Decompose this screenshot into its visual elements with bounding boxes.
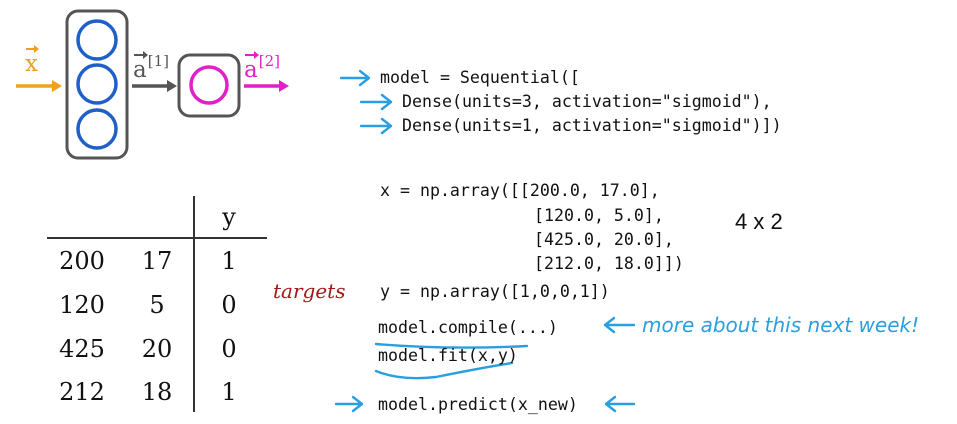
pointer-arrow-predict-back xyxy=(604,395,636,413)
pointer-arrow-compile xyxy=(603,316,636,334)
pointer-arrow-predict xyxy=(334,395,364,413)
code-predict-line: model.predict(x_new) xyxy=(378,395,578,414)
table-cell: 1 xyxy=(221,247,237,275)
table-header-y: y xyxy=(222,203,236,231)
code-fit-line: model.fit(x,y) xyxy=(378,346,518,365)
code-x-line-1: x = np.array([[200.0, 17.0], xyxy=(380,181,660,200)
next-week-annotation: more about this next week! xyxy=(642,313,920,337)
table-cell: 20 xyxy=(141,335,173,363)
code-dense-line-1: Dense(units=3, activation="sigmoid"), xyxy=(402,92,772,111)
code-model-line: model = Sequential([ xyxy=(380,68,580,87)
table-cell: 212 xyxy=(59,378,105,406)
targets-annotation: targets xyxy=(273,279,346,303)
table-cell: 425 xyxy=(59,335,105,363)
code-x-line-2: [120.0, 5.0], xyxy=(534,206,664,225)
code-y-line: y = np.array([1,0,0,1]) xyxy=(380,282,610,301)
table-cell: 120 xyxy=(59,291,105,319)
table-cell: 1 xyxy=(221,378,237,406)
table-horizontal-rule xyxy=(47,237,267,239)
pointer-arrow-model xyxy=(339,69,371,87)
shape-annotation: 4 x 2 xyxy=(735,209,783,234)
code-compile-line: model.compile(...) xyxy=(378,318,558,337)
code-x-line-3: [425.0, 20.0], xyxy=(534,230,674,249)
table-cell: 5 xyxy=(149,291,165,319)
code-x-line-4: [212.0, 18.0]]) xyxy=(534,254,684,273)
table-cell: 17 xyxy=(141,247,173,275)
code-dense-line-2: Dense(units=1, activation="sigmoid")]) xyxy=(402,116,782,135)
table-cell: 18 xyxy=(141,378,173,406)
table-cell: 0 xyxy=(221,335,237,363)
pointer-arrow-dense-1 xyxy=(359,93,393,111)
pointer-arrow-dense-2 xyxy=(359,117,393,135)
table-cell: 200 xyxy=(59,247,105,275)
table-vertical-rule xyxy=(193,196,195,412)
table-cell: 0 xyxy=(221,291,237,319)
